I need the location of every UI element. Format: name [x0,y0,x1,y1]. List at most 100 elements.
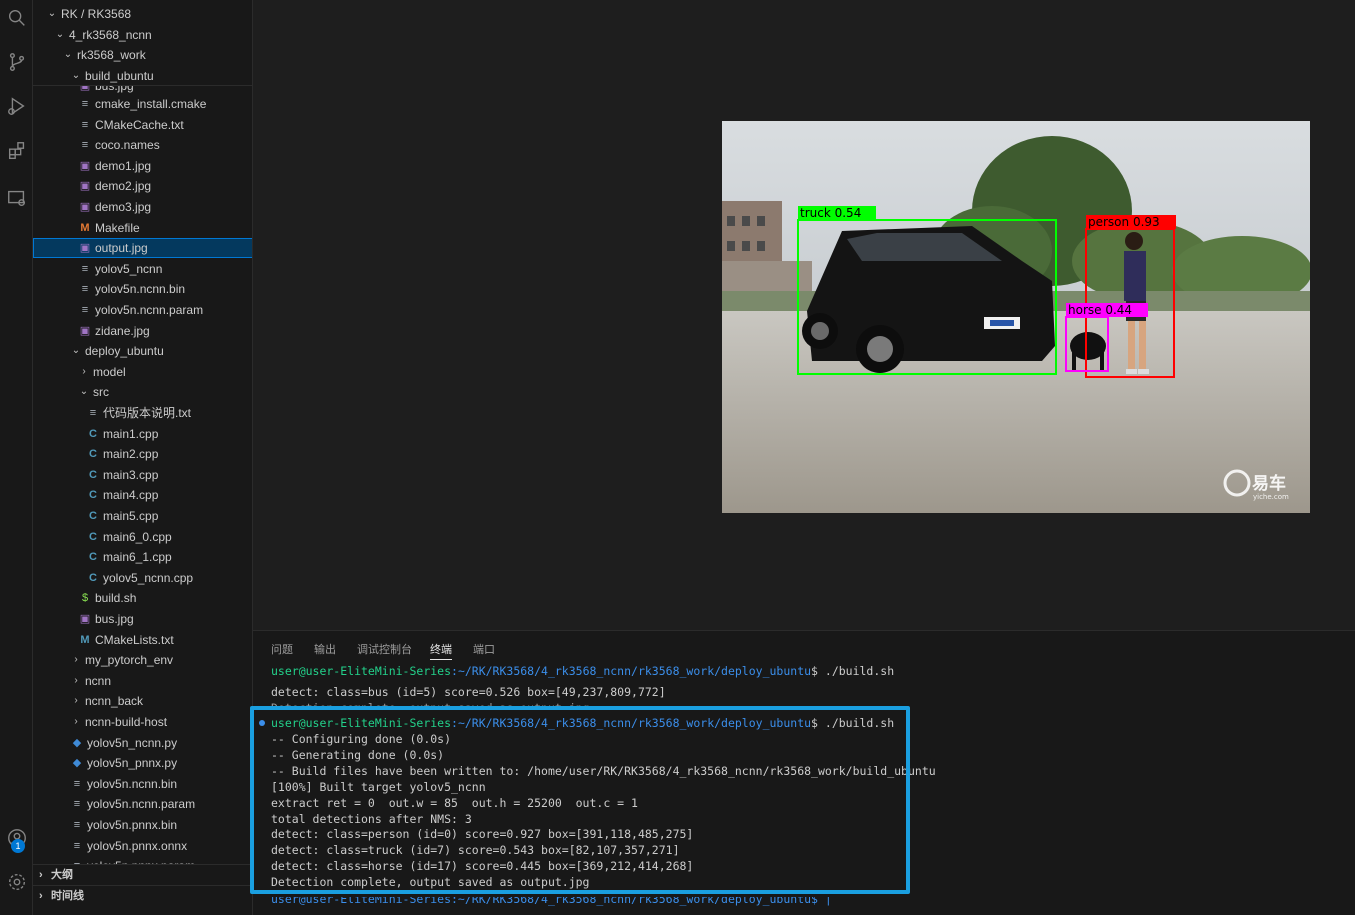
file-item[interactable]: ≡ yolov5n.ncnn.param [33,794,252,814]
file-label: yolov5n.pnnx.onnx [87,838,188,853]
account-badge: 1 [11,839,25,853]
folder-item[interactable]: ⌄ deploy_ubuntu [33,341,252,361]
file-item[interactable]: ≡ yolov5n.ncnn.bin [33,279,252,299]
folder-item[interactable]: › ncnn [33,671,252,691]
run-debug-icon[interactable] [0,88,33,124]
truck-label: truck 0.54 [800,206,861,220]
file-item[interactable]: ▣ bus.jpg [33,609,252,629]
folder-item[interactable]: ⌄ 4_rk3568_ncnn [33,25,252,45]
file-item[interactable]: M Makefile [33,218,252,238]
source-control-icon[interactable] [0,44,33,80]
gear-icon[interactable] [0,864,33,900]
file-label: demo1.jpg [95,158,152,173]
cpp-file-icon: C [89,427,97,440]
folder-label: src [93,385,109,400]
image-file-icon: ▣ [79,159,91,172]
explorer-sidebar: ▣ bus.jpg ≡ cmake_install.cmake ≡ CMakeCache.… [33,0,253,915]
file-label: Makefile [95,220,140,235]
chevron-right-icon: › [74,674,78,686]
file-label: main6_0.cpp [103,529,172,544]
folder-item[interactable]: ⌄ RK / RK3568 [33,4,252,24]
text-file-icon: ≡ [73,777,81,790]
chevron-down-icon: ⌄ [71,345,81,357]
file-item[interactable]: ▣ demo2.jpg [33,176,252,196]
folder-label: ncnn [85,673,112,688]
file-label: output.jpg [95,241,148,256]
cpp-file-icon: C [89,510,97,522]
image-file-icon: ▣ [79,201,91,213]
file-label: coco.names [95,138,160,153]
file-item[interactable]: Cmain2.cpp [33,444,252,464]
chevron-down-icon: ⌄ [47,8,57,19]
file-item[interactable]: ▣ demo3.jpg [33,197,252,217]
makefile-icon: M [80,221,90,234]
extensions-icon[interactable] [0,133,33,169]
outline-section[interactable]: › 大纲 [33,864,252,885]
file-item[interactable]: ≡ CMakeCache.txt [33,115,252,135]
cpp-file-icon: C [89,448,97,461]
file-label: yolov5n_ncnn.py [87,735,178,750]
file-item[interactable]: ≡ coco.names [33,135,252,155]
file-item[interactable]: ≡ yolov5n.ncnn.bin [33,774,252,794]
folder-item[interactable]: ⌄ build_ubuntu [33,66,252,86]
text-file-icon: ≡ [81,304,89,316]
file-label: yolov5n.pnnx.bin [87,818,178,832]
file-label: main4.cpp [103,488,159,503]
folder-item[interactable]: ⌄ src [33,382,252,402]
file-label: yolov5n_pnnx.py [87,756,178,771]
file-item[interactable]: ▣ zidane.jpg [33,321,252,341]
folder-label: model [93,364,126,379]
file-label: yolov5_ncnn [95,261,163,276]
tab-ports[interactable]: 端口 [473,641,495,657]
file-item[interactable]: Cmain6_0.cpp [33,527,252,547]
folder-item[interactable]: › model [33,362,252,382]
file-item[interactable]: ≡ yolov5_ncnn [33,259,252,279]
remote-explorer-icon[interactable] [0,180,33,216]
file-item[interactable]: ▣ output.jpg [33,238,252,259]
timeline-section[interactable]: › 时间线 [33,885,252,906]
file-item[interactable]: Cmain6_1.cpp [33,547,252,567]
tab-debug-console[interactable]: 调试控制台 [357,641,412,657]
file-item[interactable]: ≡ yolov5n.pnnx.bin [33,815,252,835]
python-file-icon: ◆ [72,736,82,749]
file-item[interactable]: ▣ demo1.jpg [33,156,252,176]
file-item[interactable]: Cmain4.cpp [33,485,252,505]
detection-output-image: truck 0.54 person 0.93 horse 0.44 易车 yic… [722,121,1310,513]
image-file-icon: ▣ [79,613,91,625]
file-item[interactable]: ≡ yolov5n.ncnn.param [33,300,252,320]
file-item[interactable]: Cmain3.cpp [33,465,252,485]
file-label: yolov5n.ncnn.bin [87,776,178,791]
folder-item[interactable]: › my_pytorch_env [33,650,252,670]
file-item[interactable]: ◆ yolov5n_pnnx.py [33,753,252,773]
folder-label: RK / RK3568 [61,7,132,21]
person-label: person 0.93 [1088,215,1160,229]
file-item[interactable]: ≡ yolov5n.pnnx.onnx [33,836,252,856]
chevron-down-icon: ⌄ [71,69,81,81]
file-item[interactable]: $ build.sh [33,588,252,608]
folder-label: my_pytorch_env [85,653,174,668]
tab-problems[interactable]: 问题 [271,641,293,657]
folder-item[interactable]: › ncnn_back [33,691,252,711]
file-item[interactable]: M CMakeLists.txt [33,630,252,650]
folder-item[interactable]: ⌄ rk3568_work [33,45,252,65]
text-file-icon: ≡ [81,262,89,275]
chevron-right-icon: › [74,695,78,707]
file-item[interactable]: ≡ cmake_install.cmake [33,94,252,114]
file-item[interactable]: ◆ yolov5n_ncnn.py [33,733,252,753]
file-item[interactable]: Cyolov5_ncnn.cpp [33,568,252,588]
tab-terminal[interactable]: 终端 [430,641,452,660]
text-file-icon: ≡ [81,283,89,296]
timeline-label: 时间线 [51,890,84,902]
tab-output[interactable]: 输出 [314,641,336,657]
folder-label: ncnn_back [85,694,144,709]
watermark-text: 易车 [1252,473,1286,494]
file-item[interactable]: Cmain1.cpp [33,424,252,444]
file-label: CMakeLists.txt [95,632,174,647]
folder-item[interactable]: › ncnn-build-host [33,712,252,732]
chevron-right-icon: › [39,869,43,881]
folder-label: 4_rk3568_ncnn [69,27,152,42]
file-item[interactable]: Cmain5.cpp [33,506,252,526]
file-label: cmake_install.cmake [95,97,207,111]
file-item[interactable]: ≡ 代码版本说明.txt [33,403,252,423]
search-icon[interactable] [0,0,33,36]
